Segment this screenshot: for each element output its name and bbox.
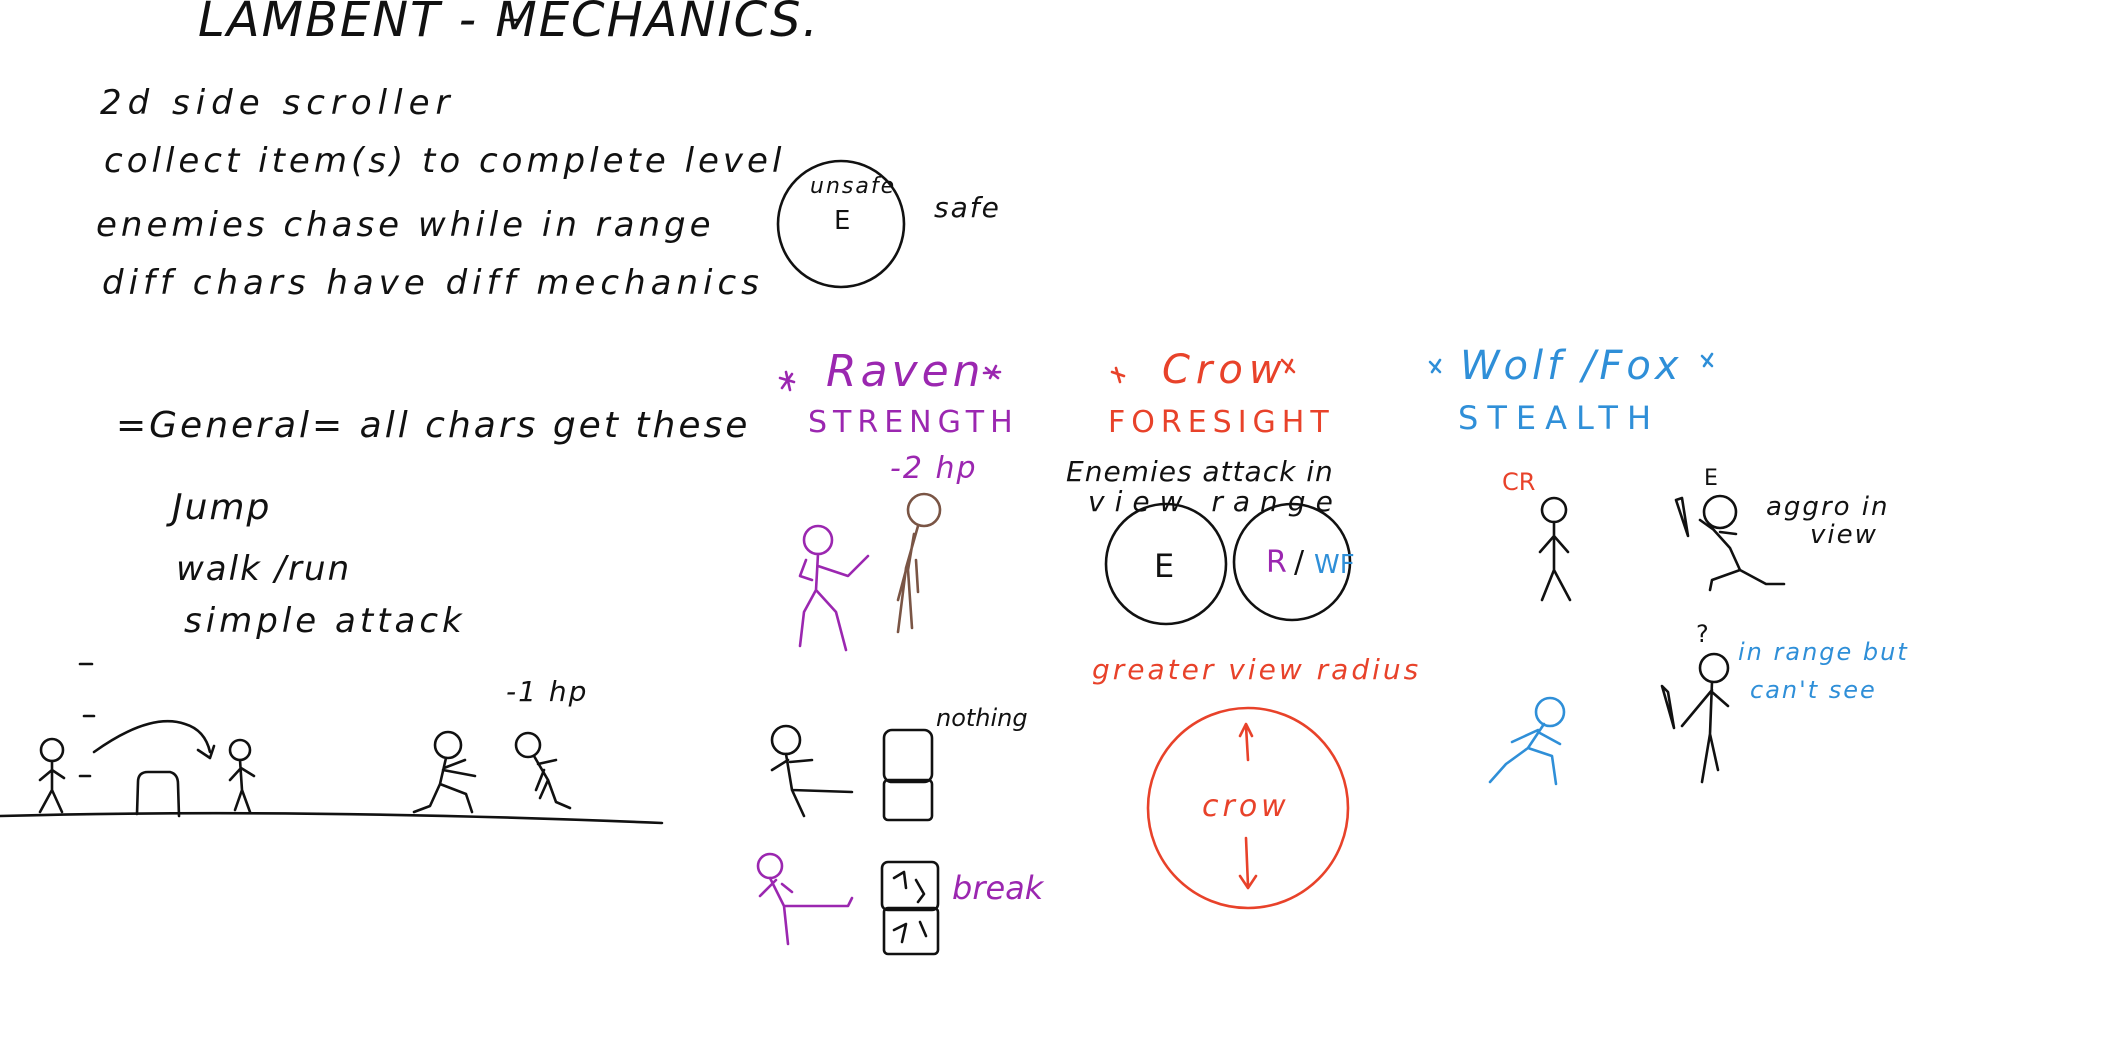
raven-figure <box>798 524 870 652</box>
crow-wf-label: WF <box>1314 550 1355 580</box>
broken-block <box>880 860 940 956</box>
wolf-star-right <box>1700 352 1714 368</box>
obstacle <box>135 770 181 818</box>
motion-dash <box>78 662 96 778</box>
jump-start-figure <box>38 737 66 814</box>
raven-ability: STRENGTH <box>808 405 1019 440</box>
raven-punch-figure <box>770 724 854 818</box>
raven-star-right <box>982 364 1002 380</box>
intro-line-1: 2d side scroller <box>100 83 456 123</box>
raven-nothing-label: nothing <box>936 704 1028 732</box>
raven-name: Raven <box>826 346 985 397</box>
crow-note-line-2: view range <box>1088 485 1343 518</box>
wolf-cr-label: CR <box>1502 468 1536 496</box>
page-title: LAMBENT - MECHANICS. <box>198 0 820 48</box>
unsafe-enemy-label: E <box>834 206 851 236</box>
wolf-crouch-figure <box>1488 696 1566 786</box>
wolf-aggro-line-1: aggro in <box>1766 492 1890 522</box>
raven-damage-label: -2 hp <box>890 451 978 486</box>
crow-note-line-1: Enemies attack in <box>1066 455 1334 488</box>
wolf-hidden-line-2: can't see <box>1750 676 1877 704</box>
unaware-enemy-figure <box>1660 652 1730 784</box>
crow-enemy-label: E <box>1154 547 1175 585</box>
crow-arrow-down <box>1238 836 1258 890</box>
wolf-ability: STEALTH <box>1458 399 1660 437</box>
raven-break-label: break <box>952 869 1044 907</box>
wolf-name: Wolf /Fox <box>1460 343 1683 389</box>
crow-ability: FORESIGHT <box>1108 405 1335 440</box>
intro-line-2: collect item(s) to complete level <box>104 141 786 181</box>
wolf-hidden-line-1: in range but <box>1738 638 1909 666</box>
wolf-standing-figure <box>1538 496 1572 602</box>
crow-r-label: R <box>1266 545 1287 580</box>
solid-block <box>882 728 934 822</box>
wolf-star-left <box>1428 358 1442 374</box>
jump-end-figure <box>228 738 256 814</box>
wolf-question-mark: ? <box>1696 620 1709 648</box>
jump-arc <box>92 720 212 754</box>
wolf-aggro-line-2: view <box>1810 520 1878 550</box>
crow-name: Crow <box>1162 347 1288 393</box>
crow-circle-label: crow <box>1202 789 1290 824</box>
unsafe-label: unsafe <box>810 174 897 199</box>
wolf-enemy-label: E <box>1704 466 1718 491</box>
crow-radius-label: greater view radius <box>1092 653 1422 686</box>
attacking-figure <box>412 730 477 814</box>
general-move-attack: simple attack <box>184 601 466 641</box>
ground-line <box>0 811 664 825</box>
safe-label: safe <box>934 191 1001 224</box>
jump-arrowhead <box>196 744 216 760</box>
general-move-walk: walk /run <box>176 549 352 589</box>
general-damage-label: -1 hp <box>506 675 589 708</box>
general-move-jump: Jump <box>172 487 272 528</box>
intro-line-4: diff chars have diff mechanics <box>102 263 764 303</box>
general-heading: =General= all chars get these <box>116 405 751 446</box>
crow-slash: / <box>1294 545 1305 580</box>
intro-line-3: enemies chase while in range <box>96 205 715 245</box>
hit-figure <box>514 731 572 810</box>
brown-enemy-figure <box>896 492 942 634</box>
raven-strong-figure <box>756 852 854 946</box>
crow-star-left <box>1110 366 1126 384</box>
raven-star-left <box>778 370 796 392</box>
crow-arrow-up <box>1238 722 1254 762</box>
